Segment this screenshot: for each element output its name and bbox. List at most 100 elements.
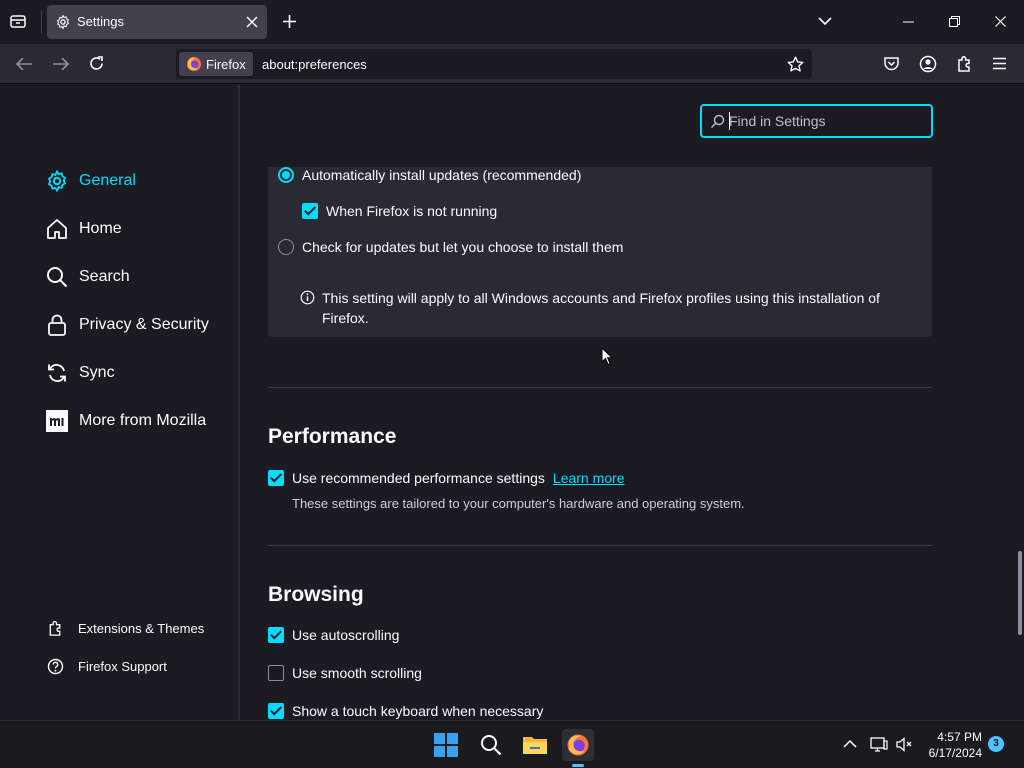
tab-settings[interactable]: Settings — [47, 5, 267, 39]
search-placeholder: Find in Settings — [729, 113, 826, 129]
minimize-icon[interactable] — [903, 21, 914, 23]
sidebar-item-general[interactable]: General — [45, 166, 136, 196]
lock-icon — [48, 314, 66, 336]
help-icon — [47, 658, 64, 674]
recommended-performance-checkbox[interactable]: Use recommended performance settings Lea… — [268, 470, 625, 486]
sidebar-item-label: More from Mozilla — [79, 412, 207, 429]
identity-box[interactable]: Firefox — [179, 52, 253, 76]
recommended-performance-label: Use recommended performance settings — [292, 470, 545, 486]
search-icon — [481, 735, 502, 756]
sidebar-item-search[interactable]: Search — [45, 262, 130, 292]
when-not-running-checkbox[interactable]: When Firefox is not running — [302, 203, 497, 219]
find-in-settings-input[interactable]: Find in Settings — [700, 104, 933, 138]
tab-title: Settings — [77, 14, 124, 29]
checkbox-checked[interactable] — [302, 203, 318, 219]
performance-heading: Performance — [268, 425, 397, 448]
gear-icon — [56, 14, 70, 30]
identity-label: Firefox — [206, 57, 246, 72]
forward-icon[interactable] — [52, 56, 70, 72]
touch-keyboard-label: Show a touch keyboard when necessary — [292, 703, 544, 719]
sidebar-item-label: Search — [79, 268, 130, 285]
sidebar-item-home[interactable]: Home — [45, 214, 122, 244]
pocket-icon[interactable] — [883, 56, 900, 72]
close-tab-icon[interactable] — [246, 16, 258, 28]
firefox-logo-icon — [187, 57, 201, 71]
radio-unselected[interactable] — [278, 239, 294, 255]
checkbox-unchecked[interactable] — [268, 665, 284, 681]
performance-description: These settings are tailored to your comp… — [292, 496, 745, 511]
radio-selected[interactable] — [278, 167, 294, 183]
smooth-scrolling-checkbox[interactable]: Use smooth scrolling — [268, 665, 422, 681]
sidebar-item-label: Home — [79, 220, 122, 237]
sidebar-item-label: Sync — [79, 364, 115, 381]
mouse-cursor-icon — [601, 347, 613, 366]
bookmark-star-icon[interactable] — [787, 56, 804, 73]
sidebar-item-label: General — [79, 172, 136, 189]
extensions-icon[interactable] — [956, 55, 973, 73]
sidebar-item-label: Privacy & Security — [79, 316, 209, 333]
checkbox-checked[interactable] — [268, 627, 284, 643]
sidebar-item-extensions-themes[interactable]: Extensions & Themes — [47, 618, 204, 638]
chevron-down-icon[interactable] — [818, 16, 832, 26]
sidebar-item-sync[interactable]: Sync — [45, 358, 115, 388]
touch-keyboard-checkbox[interactable]: Show a touch keyboard when necessary — [268, 703, 543, 719]
reload-icon[interactable] — [88, 55, 105, 72]
volume-muted-icon[interactable] — [896, 737, 913, 752]
checkbox-checked[interactable] — [268, 470, 284, 486]
url-text[interactable]: about:preferences — [262, 57, 367, 72]
active-app-indicator — [572, 764, 584, 767]
sidebar-item-more-from-mozilla[interactable]: More from Mozilla — [45, 406, 206, 436]
sync-icon — [48, 364, 66, 382]
network-icon[interactable] — [870, 736, 888, 752]
sidebar-footer-label: Firefox Support — [78, 658, 167, 674]
folder-icon — [523, 737, 547, 754]
firefox-taskbar-button[interactable] — [562, 729, 594, 761]
notification-badge[interactable]: 3 — [988, 736, 1004, 752]
check-updates-radio[interactable]: Check for updates but let you choose to … — [278, 239, 623, 255]
autoscrolling-checkbox[interactable]: Use autoscrolling — [268, 627, 399, 643]
notification-count: 3 — [993, 738, 999, 749]
windows-logo-icon — [434, 733, 458, 757]
update-info-text: This setting will apply to all Windows a… — [322, 290, 880, 326]
learn-more-link[interactable]: Learn more — [553, 470, 625, 486]
firefox-logo-icon — [567, 734, 589, 756]
taskbar: 4:57 PM 6/17/2024 3 — [0, 720, 1024, 768]
tab-bar: Settings — [0, 0, 1024, 44]
back-icon[interactable] — [15, 56, 33, 72]
smooth-scrolling-label: Use smooth scrolling — [292, 665, 422, 681]
tab-list-button[interactable] — [8, 11, 32, 33]
autoscrolling-label: Use autoscrolling — [292, 627, 400, 643]
auto-install-label: Automatically install updates (recommend… — [302, 167, 582, 183]
browsing-heading: Browsing — [268, 583, 364, 606]
info-icon — [300, 290, 315, 305]
clock-date: 6/17/2024 — [928, 746, 982, 760]
checkbox-checked[interactable] — [268, 703, 284, 719]
menu-icon[interactable] — [992, 57, 1007, 70]
sidebar-item-privacy[interactable]: Privacy & Security — [45, 310, 209, 340]
new-tab-icon[interactable] — [282, 14, 297, 29]
preferences-page: General Home Search Privacy & Security S… — [0, 85, 1024, 720]
sidebar-divider — [238, 85, 240, 720]
close-window-icon[interactable] — [995, 16, 1006, 27]
gear-icon — [47, 169, 67, 193]
system-clock[interactable]: 4:57 PM 6/17/2024 — [918, 729, 982, 761]
when-not-running-label: When Firefox is not running — [326, 203, 498, 219]
taskbar-search-button[interactable] — [475, 729, 507, 761]
url-bar[interactable]: Firefox about:preferences — [176, 49, 812, 79]
start-button[interactable] — [430, 729, 462, 761]
file-explorer-button[interactable] — [519, 729, 551, 761]
scrollbar[interactable] — [1018, 551, 1022, 635]
chevron-up-icon[interactable] — [843, 739, 857, 748]
restore-icon[interactable] — [949, 16, 960, 27]
puzzle-icon — [49, 620, 61, 636]
sidebar-item-firefox-support[interactable]: Firefox Support — [47, 656, 167, 676]
section-divider — [268, 545, 932, 546]
nav-bar: Firefox about:preferences — [0, 44, 1024, 84]
section-divider — [268, 387, 932, 388]
home-icon — [47, 219, 67, 239]
auto-install-updates-radio[interactable]: Automatically install updates (recommend… — [278, 167, 581, 183]
account-icon[interactable] — [919, 55, 937, 73]
sidebar-footer-label: Extensions & Themes — [78, 620, 205, 636]
mozilla-icon — [46, 410, 68, 432]
check-only-label: Check for updates but let you choose to … — [302, 239, 624, 255]
